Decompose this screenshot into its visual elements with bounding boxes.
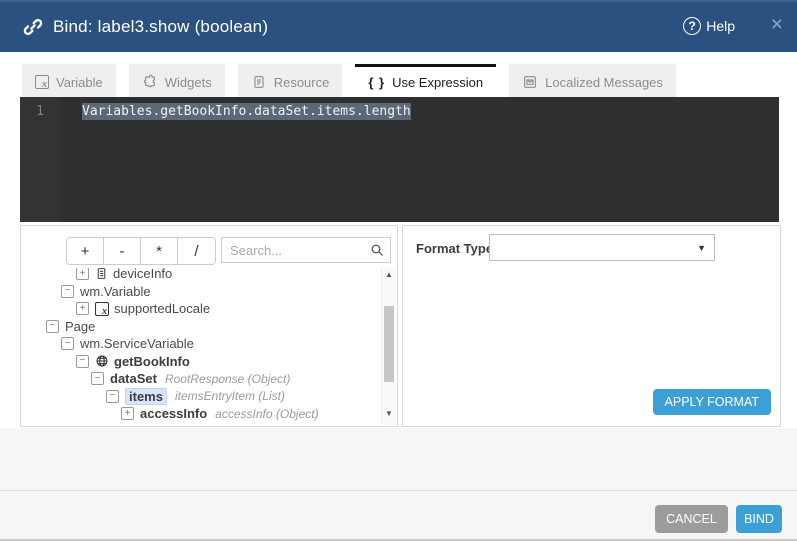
dialog-header: Bind: label3.show (boolean) ? Help × — [0, 0, 797, 52]
collapse-icon[interactable]: − — [76, 355, 89, 368]
variables-tree: + deviceInfo − wm.Variable + x supported… — [21, 268, 381, 425]
tree-item-label: Page — [65, 319, 95, 334]
tree-item-dataset[interactable]: − dataSet RootResponse (Object) — [21, 370, 381, 388]
tree-item-wm-servicevariable[interactable]: − wm.ServiceVariable — [21, 335, 381, 353]
search-icon — [369, 242, 385, 258]
collapse-icon[interactable]: − — [61, 337, 74, 350]
bind-dialog: Bind: label3.show (boolean) ? Help × x V… — [0, 0, 797, 541]
tab-variable[interactable]: x Variable — [22, 64, 116, 97]
localized-messages-icon — [522, 74, 538, 90]
variable-icon: x — [35, 75, 49, 89]
tab-label: Use Expression — [392, 75, 483, 90]
tab-resource[interactable]: Resource — [238, 64, 343, 97]
format-panel: Format Type ▼ APPLY FORMAT — [402, 225, 781, 427]
collapse-icon[interactable]: − — [106, 390, 119, 403]
scrollbar-thumb[interactable] — [384, 306, 394, 382]
tab-label: Resource — [274, 75, 330, 90]
footer-divider — [0, 490, 797, 491]
apply-format-button[interactable]: APPLY FORMAT — [653, 389, 771, 415]
tree-item-type: RootResponse (Object) — [165, 372, 290, 386]
collapse-icon[interactable]: − — [91, 372, 104, 385]
collapse-icon[interactable]: − — [46, 320, 59, 333]
bind-button[interactable]: BIND — [736, 505, 782, 533]
line-number: 1 — [20, 97, 60, 222]
format-type-value — [490, 240, 498, 255]
search-box — [221, 237, 391, 263]
tab-widgets[interactable]: Widgets — [129, 64, 225, 97]
tree-item-deviceinfo[interactable]: + deviceInfo — [21, 268, 381, 283]
tree-item-label: accessInfo — [140, 406, 207, 421]
expand-icon[interactable]: + — [121, 407, 134, 420]
tree-item-items[interactable]: − items itemsEntryItem (List) — [21, 388, 381, 406]
help-button[interactable]: ? Help — [683, 17, 735, 35]
collapse-icon[interactable]: − — [61, 285, 74, 298]
expression-editor: 1 Variables.getBookInfo.dataSet.items.le… — [20, 97, 779, 222]
device-icon — [95, 268, 108, 280]
format-type-select[interactable]: ▼ — [489, 234, 715, 261]
globe-icon — [95, 354, 109, 368]
tree-item-wm-variable[interactable]: − wm.Variable — [21, 283, 381, 301]
tree-scrollbar[interactable]: ▲ ▼ — [381, 268, 396, 425]
braces-icon: { } — [368, 75, 385, 90]
tree-item-label: getBookInfo — [114, 354, 190, 369]
tree-item-label: wm.ServiceVariable — [80, 336, 194, 351]
tree-item-getbookinfo[interactable]: − getBookInfo — [21, 353, 381, 371]
format-type-label: Format Type — [416, 241, 493, 256]
multiply-operator-button[interactable]: * — [141, 238, 178, 264]
search-input[interactable] — [221, 237, 391, 263]
expand-icon[interactable]: + — [76, 268, 89, 280]
cancel-button[interactable]: CANCEL — [655, 505, 728, 533]
resource-icon — [251, 74, 267, 90]
dialog-title: Bind: label3.show (boolean) — [53, 17, 268, 37]
scroll-up-icon[interactable]: ▲ — [382, 270, 396, 284]
tree-item-type: itemsEntryItem (List) — [175, 389, 285, 403]
tab-bar: x Variable Widgets Resource { } Use Expr… — [22, 64, 676, 97]
operator-button-group: + - * / — [66, 237, 216, 265]
scroll-down-icon[interactable]: ▼ — [382, 409, 396, 423]
tree-item-label: supportedLocale — [114, 301, 210, 316]
tree-item-page[interactable]: − Page — [21, 318, 381, 336]
chevron-down-icon: ▼ — [697, 243, 706, 253]
tab-use-expression[interactable]: { } Use Expression — [355, 64, 496, 97]
help-label: Help — [706, 18, 735, 34]
tab-label: Localized Messages — [545, 75, 663, 90]
variables-tree-panel: + - * / + deviceInfo — [20, 225, 398, 427]
tree-item-supportedlocale[interactable]: + x supportedLocale — [21, 300, 381, 318]
variable-icon: x — [95, 302, 109, 316]
tree-item-label: deviceInfo — [113, 268, 172, 281]
tab-label: Variable — [56, 75, 103, 90]
widgets-icon — [142, 74, 158, 90]
expression-input[interactable]: Variables.getBookInfo.dataSet.items.leng… — [60, 97, 779, 222]
plus-operator-button[interactable]: + — [67, 238, 104, 264]
tree-item-label-selected: items — [125, 388, 167, 405]
expression-code: Variables.getBookInfo.dataSet.items.leng… — [82, 103, 411, 120]
tree-item-label: dataSet — [110, 371, 157, 386]
divide-operator-button[interactable]: / — [178, 238, 215, 264]
tab-localized-messages[interactable]: Localized Messages — [509, 64, 676, 97]
tree-item-label: wm.Variable — [80, 284, 151, 299]
minus-operator-button[interactable]: - — [104, 238, 141, 264]
tree-item-accessinfo[interactable]: + accessInfo accessInfo (Object) — [21, 405, 381, 423]
expand-icon[interactable]: + — [76, 302, 89, 315]
help-icon: ? — [683, 17, 701, 35]
link-icon — [21, 15, 45, 39]
tree-item-type: accessInfo (Object) — [215, 407, 318, 421]
tab-label: Widgets — [165, 75, 212, 90]
close-icon[interactable]: × — [771, 14, 783, 35]
